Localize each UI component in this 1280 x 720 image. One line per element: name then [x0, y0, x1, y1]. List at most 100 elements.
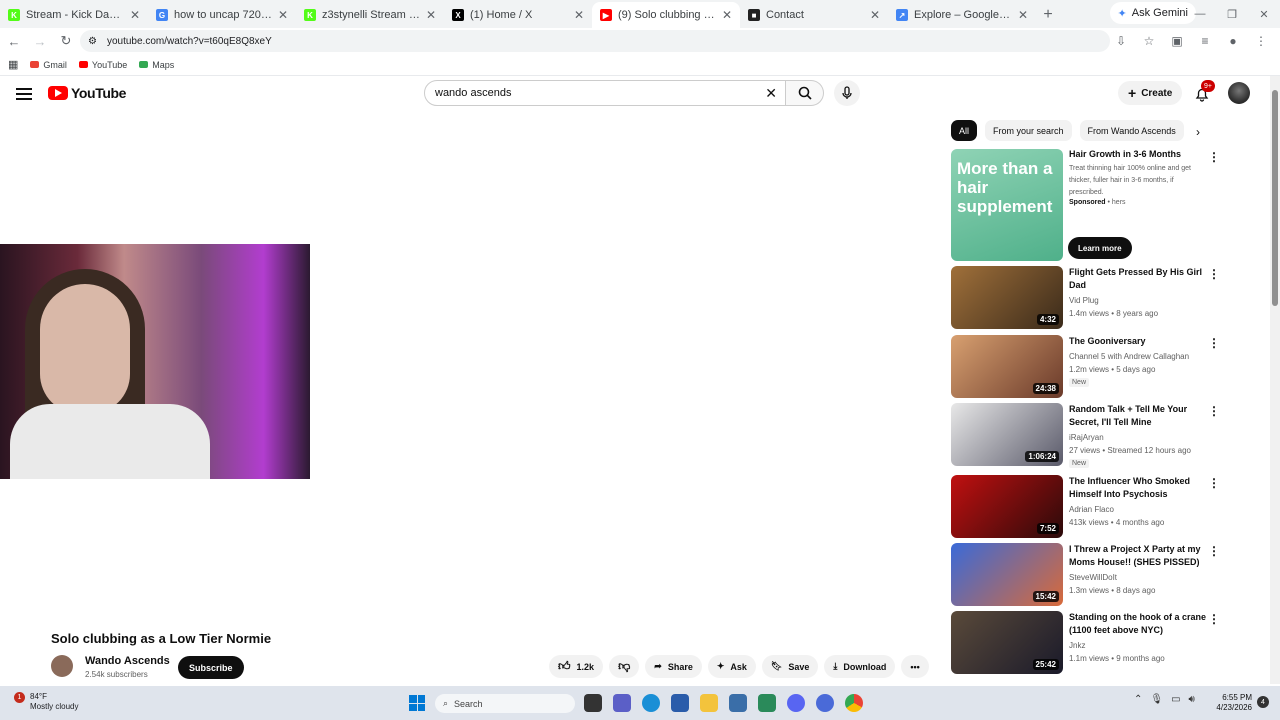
app-icon[interactable] — [816, 694, 834, 712]
browser-tab[interactable]: ↗ Explore – Google Trends ✕ — [888, 2, 1036, 28]
recommended-video[interactable]: 24:38 The Gooniversary Channel 5 with An… — [951, 335, 1251, 398]
close-window-icon[interactable]: ✕ — [1248, 0, 1280, 28]
close-tab-icon[interactable]: ✕ — [722, 8, 732, 22]
browser-tab[interactable]: Ghow to uncap 720 on kick st ✕ — [148, 2, 296, 28]
learn-more-button[interactable]: Learn more — [1068, 237, 1132, 259]
back-icon[interactable]: ← — [2, 29, 26, 53]
chevron-up-icon[interactable]: ⌃ — [1134, 694, 1142, 705]
volume-icon[interactable]: 🔊︎ — [1189, 694, 1195, 705]
video-title[interactable]: Flight Gets Pressed By His Girl Dad — [1069, 266, 1209, 292]
voice-search-button[interactable] — [834, 80, 860, 106]
clear-search-icon[interactable]: ✕ — [765, 85, 777, 102]
channel-name[interactable]: Jnkz — [1069, 639, 1209, 652]
tab-search-icon[interactable]: ▣ — [1166, 30, 1188, 52]
video-thumbnail[interactable]: 25:42 — [951, 611, 1063, 674]
browser-tab[interactable]: ■ Contact ✕ — [740, 2, 888, 28]
video-player[interactable] — [0, 244, 310, 479]
filter-chip[interactable]: From your search — [985, 120, 1072, 141]
search-button[interactable] — [786, 80, 824, 106]
filter-chip[interactable]: From Wando Ascends — [1079, 120, 1184, 141]
weather-widget[interactable]: 1 84°F Mostly cloudy — [14, 692, 78, 712]
video-thumbnail[interactable]: 15:42 — [951, 543, 1063, 606]
more-actions-button[interactable]: ••• — [901, 655, 929, 678]
like-button[interactable]: 👍︎ 1.2k — [549, 655, 604, 678]
minimize-icon[interactable]: — — [1184, 0, 1216, 28]
video-title[interactable]: Random Talk + Tell Me Your Secret, I'll … — [1069, 403, 1209, 429]
bookmark-item[interactable]: Gmail — [30, 60, 67, 70]
search-input[interactable] — [435, 87, 755, 99]
close-tab-icon[interactable]: ✕ — [130, 8, 140, 22]
video-title[interactable]: The Gooniversary — [1069, 335, 1209, 348]
chevron-right-icon[interactable]: › — [1196, 125, 1200, 139]
share-button[interactable]: ➦ Share — [645, 655, 702, 678]
filter-chip[interactable]: All — [951, 120, 978, 141]
teams-icon[interactable] — [613, 694, 631, 712]
discord-icon[interactable] — [787, 694, 805, 712]
more-options-icon[interactable]: ⋮ — [1208, 337, 1220, 349]
app-icon[interactable] — [729, 694, 747, 712]
menu-icon[interactable]: ⋮ — [1250, 30, 1272, 52]
video-title[interactable]: Standing on the hook of a crane (1100 fe… — [1069, 611, 1209, 637]
install-icon[interactable]: ⇩ — [1110, 30, 1132, 52]
close-tab-icon[interactable]: ✕ — [574, 8, 584, 22]
video-thumbnail[interactable]: 7:52 — [951, 475, 1063, 538]
network-icon[interactable]: ▭ — [1171, 694, 1180, 705]
video-thumbnail[interactable]: 1:06:24 — [951, 403, 1063, 466]
account-avatar[interactable] — [1228, 82, 1250, 104]
channel-name[interactable]: Vid Plug — [1069, 294, 1209, 307]
more-options-icon[interactable]: ⋮ — [1208, 405, 1220, 417]
video-title[interactable]: I Threw a Project X Party at my Moms Hou… — [1069, 543, 1209, 569]
ad-title[interactable]: Hair Growth in 3-6 Months — [1069, 149, 1181, 159]
recommended-video[interactable]: 25:42 Standing on the hook of a crane (1… — [951, 611, 1251, 674]
taskbar-clock[interactable]: 6:55 PM 4/23/2026 — [1214, 693, 1252, 713]
channel-name[interactable]: SteveWillDoIt — [1069, 571, 1209, 584]
search-box[interactable]: ✕ — [424, 80, 786, 106]
channel-name[interactable]: Adrian Flaco — [1069, 503, 1209, 516]
taskbar-search[interactable]: ⌕ Search — [435, 694, 575, 713]
recommended-video[interactable]: 4:32 Flight Gets Pressed By His Girl Dad… — [951, 266, 1251, 329]
store-icon[interactable] — [671, 694, 689, 712]
more-options-icon[interactable]: ⋮ — [1208, 545, 1220, 557]
browser-tab[interactable]: Kz3stynelli Stream - Watch Li ✕ — [296, 2, 444, 28]
microphone-icon[interactable]: 🎙︎ — [1150, 694, 1163, 705]
browser-tab[interactable]: X (1) Home / X ✕ — [444, 2, 592, 28]
close-tab-icon[interactable]: ✕ — [870, 8, 880, 22]
ad-more-icon[interactable]: ⋮ — [1208, 151, 1220, 163]
video-thumbnail[interactable]: 24:38 — [951, 335, 1063, 398]
profile-icon[interactable]: ● — [1222, 30, 1244, 52]
close-tab-icon[interactable]: ✕ — [1018, 8, 1028, 22]
more-options-icon[interactable]: ⋮ — [1208, 613, 1220, 625]
restore-icon[interactable]: ❐ — [1216, 0, 1248, 28]
recommended-video[interactable]: 15:42 I Threw a Project X Party at my Mo… — [951, 543, 1251, 606]
ad-thumbnail[interactable]: More than a hair supplement — [951, 149, 1063, 261]
youtube-logo[interactable]: YouTube — [48, 85, 126, 101]
more-options-icon[interactable]: ⋮ — [1208, 268, 1220, 280]
channel-avatar[interactable] — [51, 655, 73, 677]
recommended-video[interactable]: 7:52 The Influencer Who Smoked Himself I… — [951, 475, 1251, 538]
new-tab-icon[interactable]: + — [1036, 2, 1060, 28]
browser-tab[interactable]: K Stream - Kick Dashboard ✕ — [0, 2, 148, 28]
channel-name[interactable]: iRajAryan — [1069, 431, 1209, 444]
reload-icon[interactable]: ↻ — [54, 29, 78, 53]
video-thumbnail[interactable]: 4:32 — [951, 266, 1063, 329]
site-info-icon[interactable]: ⚙ — [88, 36, 97, 47]
explorer-icon[interactable] — [700, 694, 718, 712]
apps-grid-icon[interactable]: ▦ — [8, 58, 18, 71]
bookmark-item[interactable]: Maps — [139, 60, 174, 70]
chrome-icon[interactable] — [845, 694, 863, 712]
channel-name[interactable]: Wando Ascends — [85, 655, 170, 667]
browser-tab[interactable]: ▶ (9) Solo clubbing as a Low T ✕ — [592, 2, 740, 28]
bookmark-star-icon[interactable]: ☆ — [1138, 30, 1160, 52]
url-field[interactable]: ⚙ youtube.com/watch?v=t60qE8Q8xeY — [80, 30, 1110, 52]
edge-icon[interactable] — [642, 694, 660, 712]
forward-icon[interactable]: → — [28, 29, 52, 53]
obs-icon[interactable] — [758, 694, 776, 712]
close-tab-icon[interactable]: ✕ — [278, 8, 288, 22]
page-scrollbar[interactable] — [1270, 76, 1280, 684]
hamburger-menu-icon[interactable] — [16, 85, 32, 101]
close-tab-icon[interactable]: ✕ — [426, 8, 436, 22]
windows-start-icon[interactable] — [409, 695, 425, 711]
create-button[interactable]: + Create — [1118, 81, 1183, 105]
scrollbar-thumb[interactable] — [1272, 90, 1278, 306]
media-icon[interactable]: ≡ — [1194, 30, 1216, 52]
